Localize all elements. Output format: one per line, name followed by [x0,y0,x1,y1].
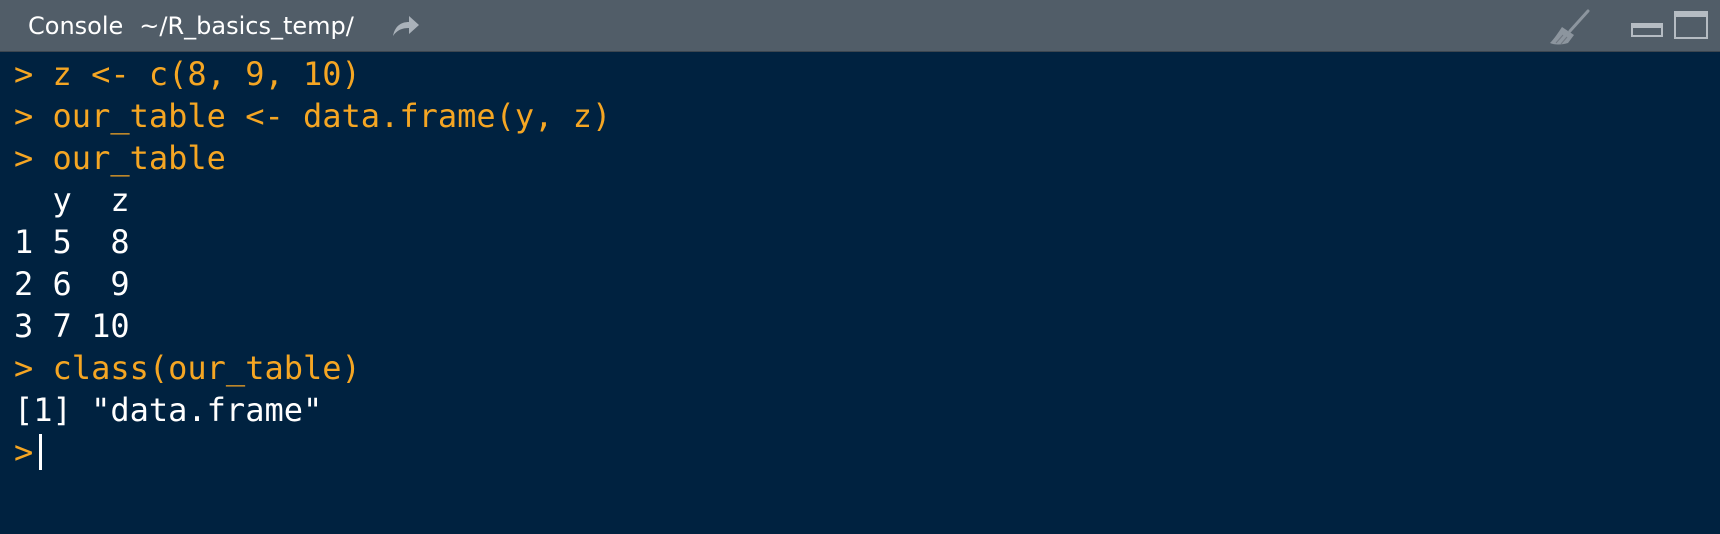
console-tab-label[interactable]: Console [28,12,123,40]
console-line: > our_table [14,136,226,180]
output-line: y z [14,181,130,219]
command-text: our_table <- data.frame(y, z) [52,97,612,135]
text-cursor [39,434,43,470]
command-text: our_table [52,139,226,177]
command-text: class(our_table) [52,349,361,387]
output-line: 2 6 9 [14,265,130,303]
arrow-forward-icon[interactable] [391,14,421,38]
console-line: > class(our_table) [14,346,361,390]
output-line: 3 7 10 [14,307,130,345]
console-output[interactable]: > z <- c(8, 9, 10) > our_table <- data.f… [0,52,1720,534]
working-directory-path: ~/R_basics_temp/ [139,12,354,40]
console-header: Console ~/R_basics_temp/ [0,0,1720,52]
prompt-symbol: > [14,433,34,471]
maximize-pane-icon[interactable] [1674,11,1708,39]
console-line: > z <- c(8, 9, 10) [14,52,361,96]
output-line: 1 5 8 [14,223,130,261]
command-text: z <- c(8, 9, 10) [52,55,361,93]
prompt-symbol: > [14,349,34,387]
prompt-symbol: > [14,97,34,135]
broom-icon[interactable] [1548,9,1592,47]
minimize-pane-icon[interactable] [1631,23,1663,37]
input-line[interactable]: > [14,430,43,474]
prompt-symbol: > [14,139,34,177]
output-line: [1] "data.frame" [14,391,323,429]
console-line: > our_table <- data.frame(y, z) [14,94,611,138]
prompt-symbol: > [14,55,34,93]
console-title: Console ~/R_basics_temp/ [28,12,354,40]
